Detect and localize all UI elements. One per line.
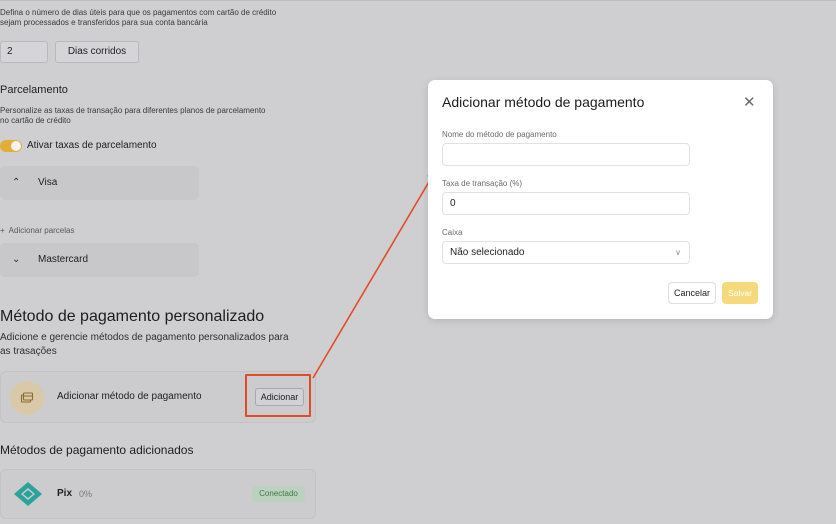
method-name-input[interactable] xyxy=(442,143,690,166)
add-payment-method-modal: Adicionar método de pagamento ✕ Nome do … xyxy=(428,80,773,319)
chevron-down-icon: ∨ xyxy=(675,248,681,257)
cancel-button[interactable]: Cancelar xyxy=(668,282,716,304)
modal-title: Adicionar método de pagamento xyxy=(442,94,645,110)
method-name-label: Nome do método de pagamento xyxy=(442,130,557,139)
close-icon[interactable]: ✕ xyxy=(743,93,756,111)
transaction-rate-input[interactable]: 0 xyxy=(442,192,690,215)
cashier-select[interactable]: Não selecionado ∨ xyxy=(442,241,690,264)
cashier-label: Caixa xyxy=(442,228,463,237)
save-button[interactable]: Salvar xyxy=(722,282,758,304)
transaction-rate-label: Taxa de transação (%) xyxy=(442,179,523,188)
settings-page: Defina o número de dias úteis para que o… xyxy=(0,0,836,524)
cashier-select-value: Não selecionado xyxy=(450,247,525,258)
